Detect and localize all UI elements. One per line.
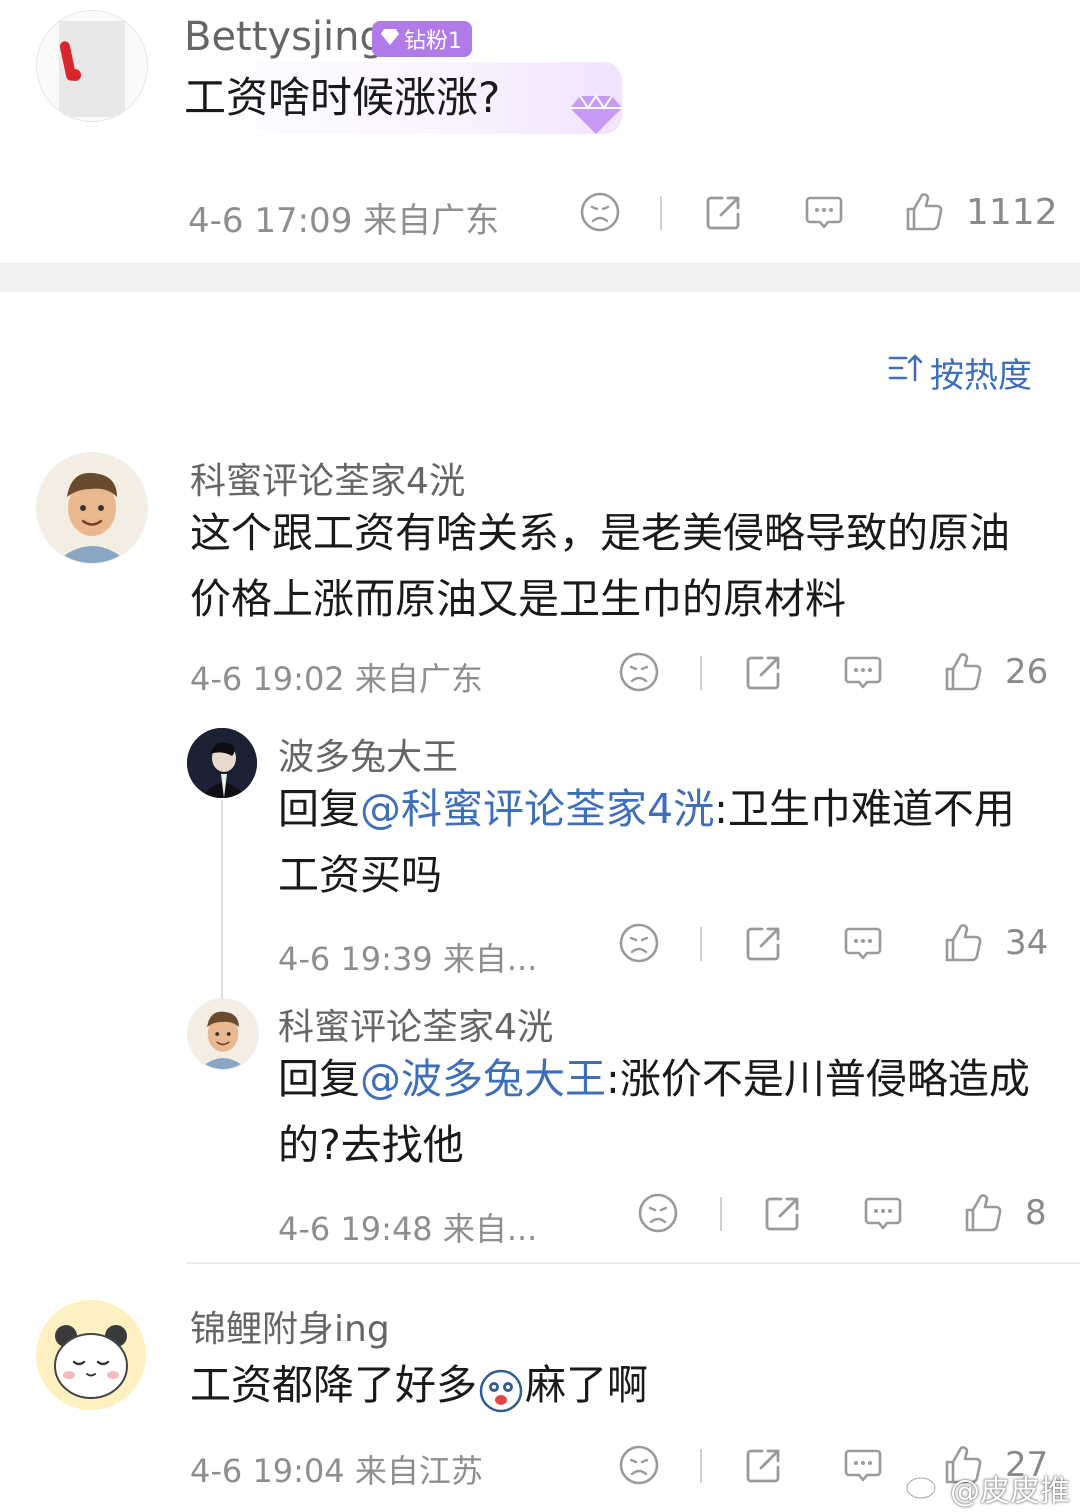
share-icon[interactable] — [742, 1443, 786, 1487]
comment-icon[interactable] — [802, 190, 846, 234]
username[interactable]: Bettysjing — [184, 14, 385, 60]
like-count: 1112 — [966, 192, 1058, 233]
mention-link[interactable]: @波多兔大王 — [360, 1055, 606, 1103]
sort-icon — [888, 352, 924, 393]
share-icon[interactable] — [761, 1191, 805, 1235]
watermark: @皮皮推 — [904, 1466, 1070, 1510]
comment-text: 这个跟工资有啥关系，是老美侵略导致的原油价格上涨而原油又是卫生巾的原材料 — [190, 509, 1010, 623]
diamond-icon — [568, 90, 624, 140]
sad-face-icon[interactable] — [636, 1191, 680, 1235]
fan-badge[interactable]: 钻粉1 — [372, 21, 472, 57]
reply-prefix: 回复 — [278, 785, 360, 833]
thumbs-up-icon[interactable] — [941, 921, 985, 965]
timestamp-location: 4-6 19:02 来自广东 — [190, 660, 483, 698]
username[interactable]: 锦鲤附身ing — [190, 1300, 390, 1352]
sad-face-icon[interactable] — [617, 650, 661, 694]
timestamp-location: 4-6 19:48 来自... — [278, 1210, 538, 1248]
divider — [700, 1449, 702, 1483]
reply-text: 回复@科蜜评论荃家4洸:卫生巾难道不用工资买吗 — [278, 776, 1038, 908]
timestamp-location: 4-6 17:09 来自广东 — [188, 201, 500, 241]
comment-icon[interactable] — [841, 1443, 885, 1487]
like-count: 34 — [1005, 923, 1049, 963]
badge-label: 钻粉1 — [404, 29, 462, 54]
comment-icon[interactable] — [861, 1191, 905, 1235]
mention-link[interactable]: @科蜜评论荃家4洸 — [360, 785, 714, 833]
divider — [700, 927, 702, 961]
weibo-logo-icon — [904, 1467, 944, 1509]
share-icon[interactable] — [742, 650, 786, 694]
emoji-icon — [479, 1366, 523, 1413]
comment-text: 工资啥时候涨涨? — [184, 73, 501, 122]
comment-body: 麻了啊 — [525, 1361, 648, 1409]
username[interactable]: 波多兔大王 — [278, 728, 458, 780]
thumbs-up-icon[interactable] — [941, 650, 985, 694]
watermark-text: @皮皮推 — [950, 1474, 1070, 1509]
sad-face-icon[interactable] — [617, 1443, 661, 1487]
sort-label: 按热度 — [930, 356, 1032, 396]
avatar[interactable] — [187, 728, 257, 798]
comment-text: 工资都降了好多 麻了啊 — [190, 1352, 648, 1418]
like-count: 26 — [1005, 652, 1049, 692]
divider — [700, 656, 702, 690]
avatar[interactable] — [36, 10, 148, 122]
divider — [660, 196, 662, 230]
thumbs-up-icon[interactable] — [902, 190, 946, 234]
comment-icon[interactable] — [841, 921, 885, 965]
avatar[interactable] — [36, 1300, 146, 1410]
thumbs-up-icon[interactable] — [961, 1191, 1005, 1235]
avatar[interactable] — [187, 998, 259, 1070]
share-icon[interactable] — [702, 190, 746, 234]
reply-prefix: 回复 — [278, 1055, 360, 1103]
comment-divider — [186, 1262, 1080, 1264]
comment-body: 工资都降了好多 — [190, 1361, 477, 1409]
timestamp-location: 4-6 19:04 来自江苏 — [190, 1452, 483, 1490]
share-icon[interactable] — [742, 921, 786, 965]
username[interactable]: 科蜜评论荃家4洸 — [190, 452, 465, 504]
like-count: 8 — [1025, 1193, 1047, 1233]
diamond-icon — [380, 27, 400, 52]
sad-face-icon[interactable] — [578, 190, 622, 234]
timestamp-location: 4-6 19:39 来自... — [278, 940, 538, 978]
divider — [720, 1197, 722, 1231]
sort-button[interactable]: 按热度 — [888, 348, 1032, 397]
reply-text: 回复@波多兔大王:涨价不是川普侵略造成的?去找他 — [278, 1046, 1048, 1178]
section-divider — [0, 262, 1080, 292]
avatar[interactable] — [36, 452, 148, 564]
sad-face-icon[interactable] — [617, 921, 661, 965]
username[interactable]: 科蜜评论荃家4洸 — [278, 998, 553, 1050]
comment-icon[interactable] — [841, 650, 885, 694]
reply-thread-line — [221, 800, 223, 1000]
